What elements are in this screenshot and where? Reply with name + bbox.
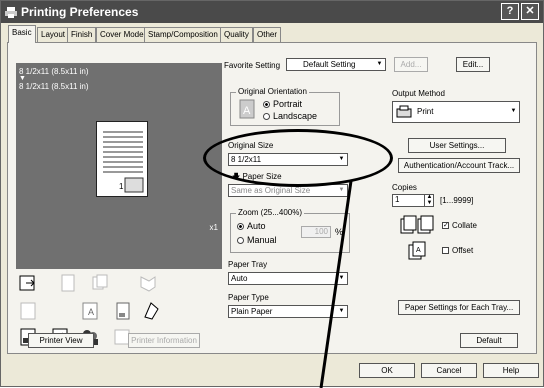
copies-spinner[interactable]: ▲ ▼ [424,194,434,207]
arrow-down-icon: ▼ [19,75,26,82]
radio-off-icon [263,113,270,121]
printer-icon [5,7,17,18]
cancel-button[interactable]: Cancel [421,363,477,378]
staple-icon [61,274,75,292]
tab-quality[interactable]: Quality [220,27,253,42]
preview-page: 1 [96,121,148,197]
orientation-label: Original Orientation [236,87,309,96]
svg-text:A: A [416,247,421,254]
default-button[interactable]: Default [460,333,518,348]
tab-cover-mode[interactable]: Cover Mode [96,27,148,42]
paper-size-label: 🡇 Paper Size [232,171,282,185]
copies-label: Copies [392,183,417,192]
output-tray-icon [19,275,35,291]
close-button[interactable]: ✕ [521,3,539,20]
chevron-down-icon: ▼ [376,61,383,67]
output-method-label: Output Method [392,89,445,98]
portrait-radio[interactable]: Portrait [263,99,302,109]
offset-pages-icon: A [408,241,426,260]
chevron-down-icon: ▼ [510,108,517,114]
page-lines-graphic: 1 [103,131,144,193]
print-icon [396,105,412,118]
favorite-setting-select[interactable]: Default Setting ▼ [286,58,386,71]
zoom-label: Zoom (25...400%) [236,208,305,217]
basic-panel: 8 1/2x11 (8.5x11 in) ▼ 8 1/2x11 (8.5x11 … [7,42,537,354]
insert-sheet-icon [144,302,159,320]
paper-type-value: Plain Paper [231,307,273,316]
add-favorite-button[interactable]: Add... [394,57,428,72]
duplex-icon [92,274,108,290]
tab-basic[interactable]: Basic [8,25,36,43]
tab-other[interactable]: Other [253,27,282,42]
collate-checkbox[interactable]: ✓ Collate [442,221,477,230]
authentication-account-track-button[interactable]: Authentication/Account Track... [398,158,520,173]
checkbox-empty-icon [442,247,449,255]
zoom-auto-label: Auto [247,221,266,231]
tab-finish[interactable]: Finish [67,27,97,42]
copies-range: [1...9999] [440,196,474,205]
radio-off-icon [237,237,244,245]
original-size-label: Original Size [228,141,274,150]
preview-zoom: x1 [209,223,218,232]
radio-on-icon [237,223,244,231]
zoom-manual-radio[interactable]: Manual [237,235,277,245]
preview-paper-size: 8 1/2x11 (8.5x11 in) [19,67,89,76]
fold-icon [140,276,156,292]
radio-on-icon [263,101,270,109]
zoom-auto-radio[interactable]: Auto [237,221,266,231]
output-method-select[interactable]: Print ▼ [392,101,520,123]
user-settings-button[interactable]: User Settings... [408,138,506,153]
landscape-radio[interactable]: Landscape [263,111,317,121]
favorite-setting-label: Favorite Setting [224,61,281,70]
preview-area: 8 1/2x11 (8.5x11 in) ▼ 8 1/2x11 (8.5x11 … [16,63,222,269]
paper-settings-each-tray-button[interactable]: Paper Settings for Each Tray... [398,300,520,315]
help-button[interactable]: Help [483,363,539,378]
callout-pointer-line [319,180,353,388]
offset-label: Offset [452,246,474,255]
original-size-select[interactable]: 8 1/2x11 ▼ [228,153,348,166]
check-icon: ✓ [442,222,449,230]
landscape-label: Landscape [273,111,318,121]
zoom-manual-label: Manual [247,235,277,245]
collate-label: Collate [452,221,477,230]
cover-icon [116,302,130,320]
edit-favorite-button[interactable]: Edit... [456,57,490,72]
help-title-button[interactable]: ? [501,3,519,20]
svg-text:1: 1 [119,182,124,191]
offset-checkbox[interactable]: Offset [442,246,473,255]
paper-type-label: Paper Type [228,293,269,302]
window-title: Printing Preferences [21,5,139,19]
portrait-page-icon: A [239,99,255,119]
svg-text:A: A [243,105,251,117]
paper-size-label-text: Paper Size [242,172,282,181]
tab-stamp-composition[interactable]: Stamp/Composition [144,27,222,42]
arrow-down-icon: 🡇 [232,172,243,181]
favorite-setting-value: Default Setting [303,60,356,69]
orientation-group: Original Orientation A Portrait Landscap… [230,87,340,126]
chevron-down-icon: ▼ [338,156,345,162]
paper-size-value: Same as Original Size [231,186,311,195]
paper-tray-value: Auto [231,274,248,283]
title-bar: Printing Preferences ? ✕ [1,1,543,23]
printing-preferences-window: Printing Preferences ? ✕ Basic Layout Fi… [0,0,544,388]
tab-layout[interactable]: Layout [37,27,70,42]
original-size-value: 8 1/2x11 [231,155,262,164]
printer-information-button[interactable]: Printer Information [128,333,200,348]
collate-pages-icon [400,215,434,234]
preview-output-size: 8 1/2x11 (8.5x11 in) [19,82,89,91]
output-method-value: Print [417,107,434,116]
booklet-icon: A [82,302,98,320]
printer-view-button[interactable]: Printer View [28,333,94,348]
portrait-label: Portrait [273,99,303,109]
paper-tray-label: Paper Tray [228,260,268,269]
punch-icon [20,302,36,320]
svg-text:A: A [88,307,94,317]
